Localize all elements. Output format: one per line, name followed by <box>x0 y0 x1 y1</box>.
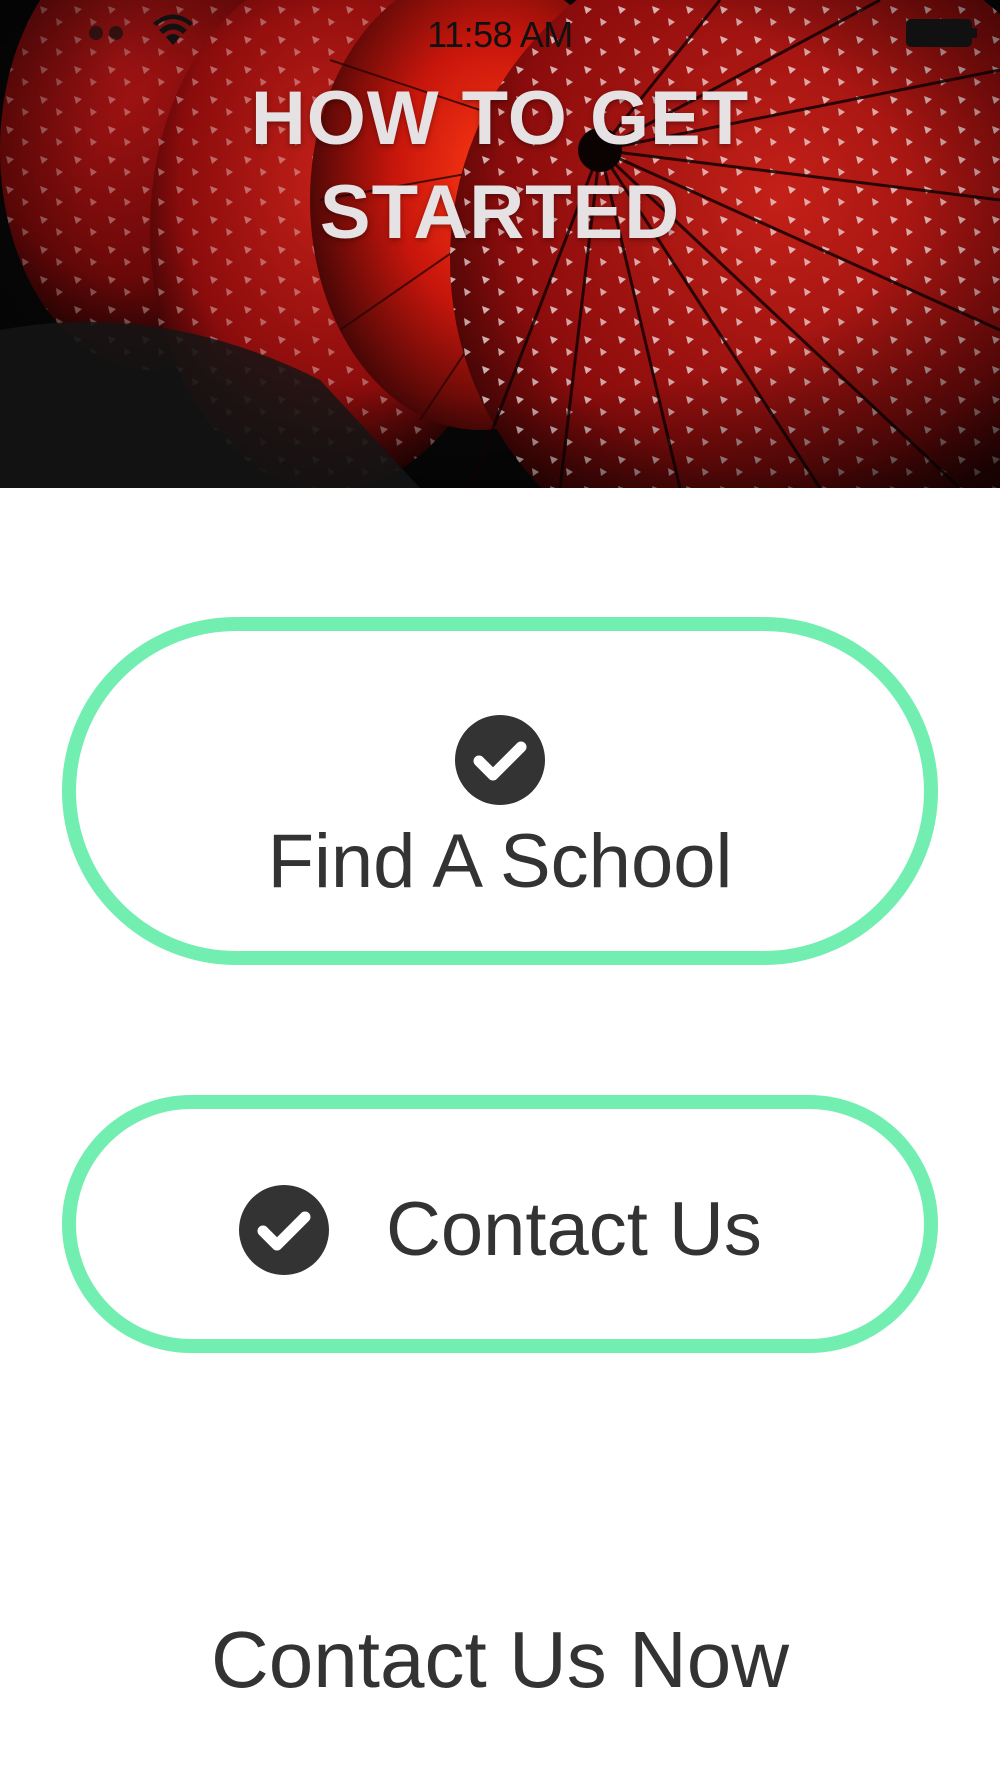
contact-us-button[interactable]: Contact Us <box>62 1095 938 1353</box>
status-bar: 11:58 AM <box>0 0 1000 66</box>
checkmark-circle-icon <box>239 1185 329 1275</box>
page-title-line-1: HOW TO GET <box>250 76 750 161</box>
contact-us-label: Contact Us <box>386 1187 762 1272</box>
page-title: HOW TO GET STARTED <box>0 72 1000 260</box>
battery-icon <box>906 19 977 47</box>
page-title-line-2: STARTED <box>319 170 681 255</box>
find-a-school-button[interactable]: Find A School <box>62 617 938 965</box>
status-time: 11:58 AM <box>427 14 573 55</box>
hero-banner: 11:58 AM HOW TO GET STARTED <box>0 0 1000 488</box>
contact-us-now-link[interactable]: Contact Us Now <box>0 1612 1000 1708</box>
find-a-school-label: Find A School <box>267 819 733 904</box>
checkmark-circle-icon <box>455 715 545 805</box>
